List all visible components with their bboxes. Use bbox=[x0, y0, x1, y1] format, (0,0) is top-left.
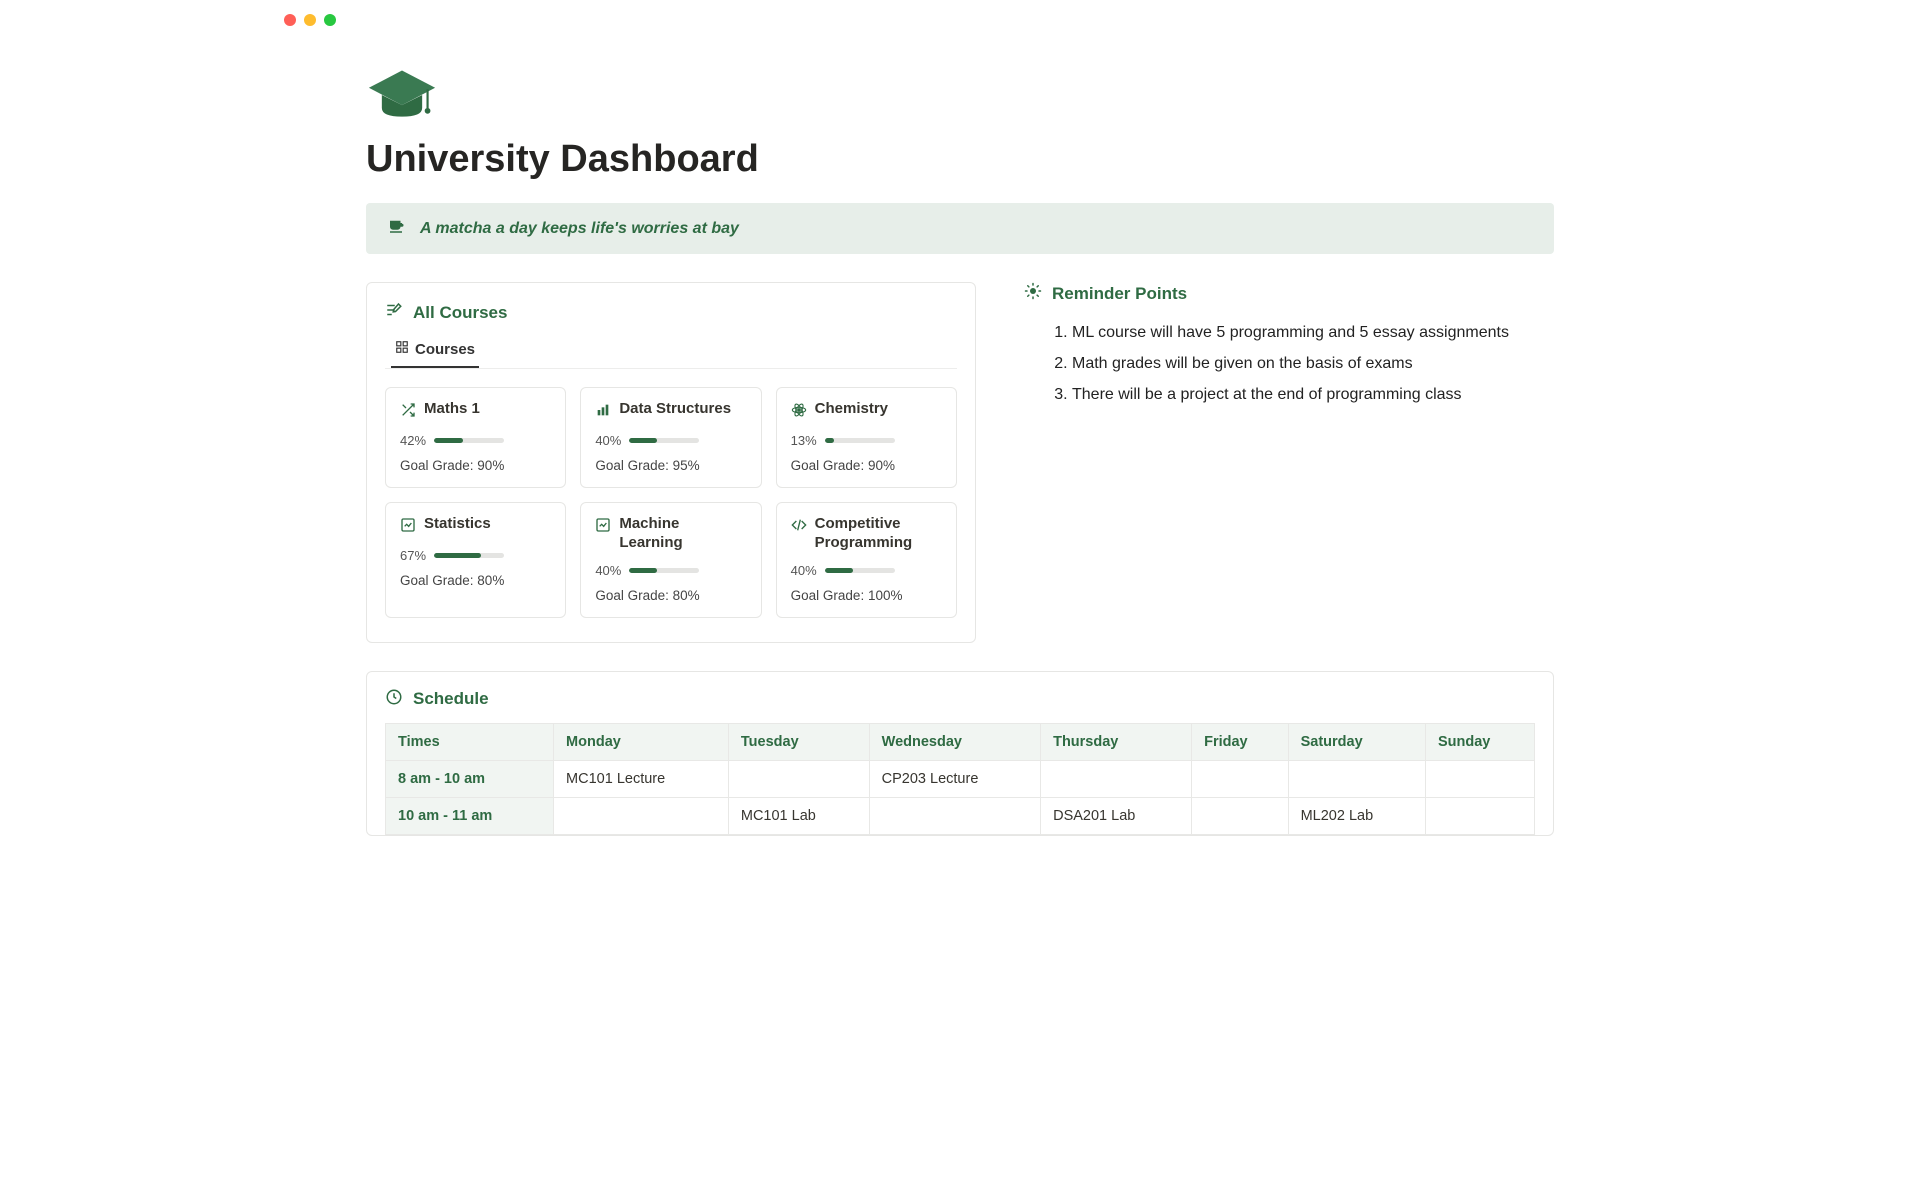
reminder-item: Math grades will be given on the basis o… bbox=[1072, 348, 1554, 379]
schedule-cell[interactable] bbox=[728, 760, 869, 797]
course-name: Statistics bbox=[424, 515, 491, 534]
schedule-column-header: Thursday bbox=[1041, 723, 1192, 760]
schedule-panel: Schedule TimesMondayTuesdayWednesdayThur… bbox=[366, 671, 1554, 836]
bars-icon bbox=[595, 400, 611, 423]
course-progress-bar bbox=[629, 438, 699, 443]
reminders-title: Reminder Points bbox=[1052, 284, 1187, 304]
schedule-column-header: Times bbox=[386, 723, 554, 760]
shuffle-icon bbox=[400, 400, 416, 423]
course-goal-grade: Goal Grade: 90% bbox=[791, 458, 942, 473]
course-card[interactable]: Competitive Programming 40% Goal Grade: 10… bbox=[776, 502, 957, 618]
schedule-cell[interactable] bbox=[1041, 760, 1192, 797]
course-progress-bar bbox=[629, 568, 699, 573]
schedule-cell[interactable] bbox=[1192, 797, 1288, 834]
schedule-column-header: Monday bbox=[554, 723, 729, 760]
window-traffic-lights bbox=[270, 0, 1650, 26]
schedule-column-header: Saturday bbox=[1288, 723, 1425, 760]
quote-text: A matcha a day keeps life's worries at b… bbox=[420, 220, 739, 238]
code-icon bbox=[791, 515, 807, 538]
schedule-cell[interactable]: MC101 Lecture bbox=[554, 760, 729, 797]
schedule-time-cell: 10 am - 11 am bbox=[386, 797, 554, 834]
course-goal-grade: Goal Grade: 95% bbox=[595, 458, 746, 473]
schedule-cell[interactable] bbox=[1192, 760, 1288, 797]
course-name: Data Structures bbox=[619, 400, 731, 419]
minimize-window-button[interactable] bbox=[304, 14, 316, 26]
course-progress-pct: 67% bbox=[400, 548, 426, 563]
schedule-cell[interactable]: CP203 Lecture bbox=[869, 760, 1040, 797]
schedule-cell[interactable] bbox=[1288, 760, 1425, 797]
zoom-window-button[interactable] bbox=[324, 14, 336, 26]
schedule-column-header: Sunday bbox=[1425, 723, 1534, 760]
course-card[interactable]: Machine Learning 40% Goal Grade: 80% bbox=[580, 502, 761, 618]
chart-icon bbox=[595, 515, 611, 538]
course-card[interactable]: Data Structures 40% Goal Grade: 95% bbox=[580, 387, 761, 488]
schedule-time-cell: 8 am - 10 am bbox=[386, 760, 554, 797]
schedule-cell[interactable] bbox=[1425, 797, 1534, 834]
course-card[interactable]: Statistics 67% Goal Grade: 80% bbox=[385, 502, 566, 618]
schedule-cell[interactable]: ML202 Lab bbox=[1288, 797, 1425, 834]
course-progress-bar bbox=[825, 568, 895, 573]
course-name: Chemistry bbox=[815, 400, 888, 419]
schedule-cell[interactable] bbox=[554, 797, 729, 834]
course-name: Machine Learning bbox=[619, 515, 746, 553]
schedule-column-header: Tuesday bbox=[728, 723, 869, 760]
course-progress-pct: 13% bbox=[791, 433, 817, 448]
course-progress-pct: 42% bbox=[400, 433, 426, 448]
course-progress-bar bbox=[434, 438, 504, 443]
sun-icon bbox=[1024, 282, 1042, 305]
page-title: University Dashboard bbox=[366, 138, 1554, 181]
graduation-cap-icon bbox=[366, 66, 1554, 124]
reminder-item: There will be a project at the end of pr… bbox=[1072, 379, 1554, 410]
course-goal-grade: Goal Grade: 90% bbox=[400, 458, 551, 473]
course-goal-grade: Goal Grade: 80% bbox=[400, 573, 551, 588]
schedule-cell[interactable] bbox=[1425, 760, 1534, 797]
course-progress-pct: 40% bbox=[595, 563, 621, 578]
course-card[interactable]: Maths 1 42% Goal Grade: 90% bbox=[385, 387, 566, 488]
schedule-column-header: Friday bbox=[1192, 723, 1288, 760]
course-progress-bar bbox=[434, 553, 504, 558]
course-progress-pct: 40% bbox=[595, 433, 621, 448]
course-name: Competitive Programming bbox=[815, 515, 942, 553]
gallery-icon bbox=[395, 340, 409, 358]
tab-courses[interactable]: Courses bbox=[391, 334, 479, 368]
all-courses-title: All Courses bbox=[413, 303, 507, 323]
course-progress-pct: 40% bbox=[791, 563, 817, 578]
schedule-cell[interactable]: DSA201 Lab bbox=[1041, 797, 1192, 834]
schedule-column-header: Wednesday bbox=[869, 723, 1040, 760]
course-goal-grade: Goal Grade: 80% bbox=[595, 588, 746, 603]
chart-icon bbox=[400, 515, 416, 538]
course-name: Maths 1 bbox=[424, 400, 480, 419]
close-window-button[interactable] bbox=[284, 14, 296, 26]
coffee-icon bbox=[386, 217, 406, 240]
atom-icon bbox=[791, 400, 807, 423]
tab-courses-label: Courses bbox=[415, 341, 475, 358]
clock-icon bbox=[385, 688, 403, 711]
pencil-list-icon bbox=[385, 301, 403, 324]
schedule-table: TimesMondayTuesdayWednesdayThursdayFrida… bbox=[385, 723, 1535, 835]
quote-banner: A matcha a day keeps life's worries at b… bbox=[366, 203, 1554, 254]
all-courses-panel: All Courses Courses Maths 1 42% Goal Grade… bbox=[366, 282, 976, 643]
reminder-item: ML course will have 5 programming and 5 … bbox=[1072, 317, 1554, 348]
course-goal-grade: Goal Grade: 100% bbox=[791, 588, 942, 603]
course-card[interactable]: Chemistry 13% Goal Grade: 90% bbox=[776, 387, 957, 488]
schedule-cell[interactable]: MC101 Lab bbox=[728, 797, 869, 834]
schedule-cell[interactable] bbox=[869, 797, 1040, 834]
schedule-title: Schedule bbox=[413, 689, 489, 709]
course-progress-bar bbox=[825, 438, 895, 443]
